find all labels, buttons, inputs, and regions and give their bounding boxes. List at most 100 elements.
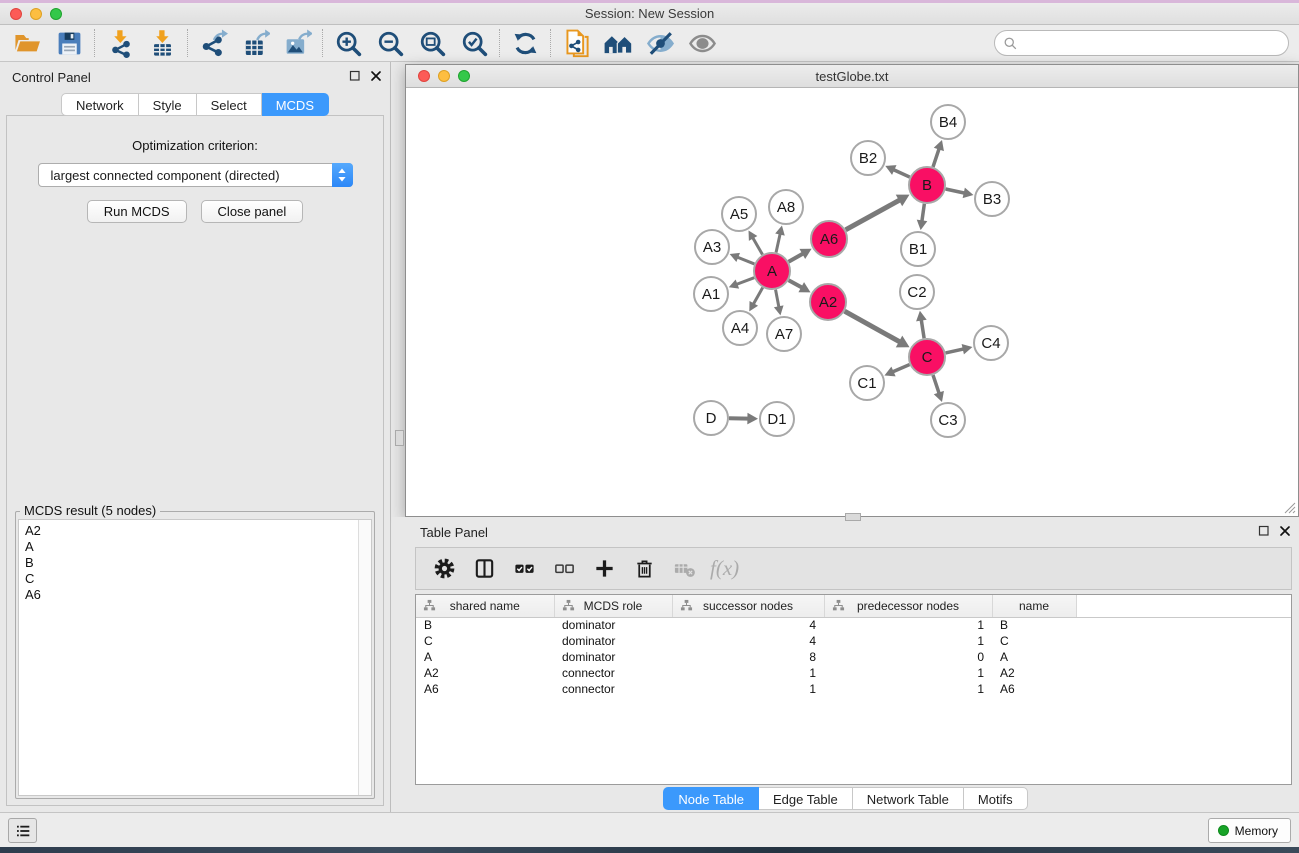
deselect-all-icon[interactable]	[546, 552, 582, 586]
mcds-result-item[interactable]: C	[25, 571, 371, 587]
column-header-MCDS-role[interactable]: MCDS role	[554, 595, 672, 617]
network-node-D1[interactable]: D1	[760, 402, 794, 436]
network-node-B1[interactable]: B1	[901, 232, 935, 266]
task-history-button[interactable]	[8, 818, 37, 843]
mcds-result-scrollbar[interactable]	[358, 520, 371, 795]
clone-network-icon[interactable]	[555, 26, 597, 60]
search-box[interactable]	[994, 30, 1289, 56]
table-settings-icon[interactable]	[426, 552, 462, 586]
network-node-B4[interactable]: B4	[931, 105, 965, 139]
network-node-A[interactable]: A	[754, 253, 790, 289]
network-edge-A6-B[interactable]	[846, 200, 900, 230]
network-edge-B-B1[interactable]	[922, 204, 924, 222]
network-node-C2[interactable]: C2	[900, 275, 934, 309]
network-edge-C-C2[interactable]	[921, 320, 924, 339]
float-panel-icon[interactable]	[1258, 525, 1270, 537]
close-panel-button[interactable]: Close panel	[201, 200, 304, 223]
refresh-icon[interactable]	[504, 26, 546, 60]
tab-node-table[interactable]: Node Table	[663, 787, 759, 810]
zoom-selected-icon[interactable]	[453, 26, 495, 60]
network-node-C3[interactable]: C3	[931, 403, 965, 437]
tab-network-table[interactable]: Network Table	[853, 787, 964, 810]
close-panel-icon[interactable]	[370, 70, 382, 82]
add-column-icon[interactable]	[586, 552, 622, 586]
network-edge-A-A4[interactable]	[753, 288, 762, 305]
network-node-A6[interactable]: A6	[811, 221, 847, 257]
table-row[interactable]: Bdominator41B	[416, 617, 1291, 633]
mcds-result-item[interactable]: B	[25, 555, 371, 571]
export-network-icon[interactable]	[192, 26, 234, 60]
network-node-A5[interactable]: A5	[722, 197, 756, 231]
network-node-A3[interactable]: A3	[695, 230, 729, 264]
network-canvas[interactable]: B4 B2 B B3 A8 A5 A6 A3 B1 A A1 C2 A2 A4 A7 C4 C C1 C3 D D1	[406, 88, 1298, 516]
resize-grip-icon[interactable]	[1284, 502, 1296, 514]
network-node-A8[interactable]: A8	[769, 190, 803, 224]
network-node-D[interactable]: D	[694, 401, 728, 435]
network-edge-C-C1[interactable]	[893, 365, 910, 372]
export-table-icon[interactable]	[234, 26, 276, 60]
network-edge-A-A7[interactable]	[776, 290, 779, 308]
network-node-B[interactable]: B	[909, 167, 945, 203]
network-edge-A-A3[interactable]	[737, 257, 754, 264]
tab-style[interactable]: Style	[139, 93, 197, 116]
select-all-icon[interactable]	[506, 552, 542, 586]
tab-network[interactable]: Network	[61, 93, 139, 116]
mcds-result-item[interactable]: A6	[25, 587, 371, 603]
search-input[interactable]	[1018, 33, 1288, 53]
table-header-row[interactable]: shared nameMCDS rolesuccessor nodesprede…	[416, 595, 1291, 617]
network-node-C4[interactable]: C4	[974, 326, 1008, 360]
mcds-result-item[interactable]: A2	[25, 523, 371, 539]
network-edge-A-A5[interactable]	[753, 238, 763, 255]
zoom-fit-icon[interactable]	[411, 26, 453, 60]
column-header-successor-nodes[interactable]: successor nodes	[672, 595, 824, 617]
network-edge-B-B3[interactable]	[946, 189, 965, 193]
tab-mcds[interactable]: MCDS	[262, 93, 329, 116]
splitter-handle-horizontal[interactable]	[845, 513, 861, 521]
tab-edge-table[interactable]: Edge Table	[759, 787, 853, 810]
run-mcds-button[interactable]: Run MCDS	[87, 200, 187, 223]
mcds-result-item[interactable]: A	[25, 539, 371, 555]
column-header-name[interactable]: name	[992, 595, 1076, 617]
memory-button[interactable]: Memory	[1208, 818, 1291, 843]
float-panel-icon[interactable]	[349, 70, 361, 82]
network-node-A2[interactable]: A2	[810, 284, 846, 320]
network-node-B2[interactable]: B2	[851, 141, 885, 175]
network-edge-A-A8[interactable]	[776, 234, 780, 253]
network-edge-C-C3[interactable]	[933, 375, 939, 394]
network-window-titlebar[interactable]: testGlobe.txt	[406, 65, 1298, 88]
mcds-result-list[interactable]: A2ABCA6	[18, 519, 372, 796]
zoom-in-icon[interactable]	[327, 26, 369, 60]
node-table[interactable]: shared nameMCDS rolesuccessor nodesprede…	[415, 594, 1292, 785]
column-header-shared-name[interactable]: shared name	[416, 595, 554, 617]
tab-select[interactable]: Select	[197, 93, 262, 116]
optimization-criterion-select[interactable]: largest connected component (directed)	[38, 163, 353, 187]
splitter-handle-vertical[interactable]	[395, 430, 404, 446]
zoom-out-icon[interactable]	[369, 26, 411, 60]
network-edge-A-A6[interactable]	[789, 253, 804, 261]
close-panel-icon[interactable]	[1279, 525, 1291, 537]
network-node-A4[interactable]: A4	[723, 311, 757, 345]
show-panels-icon[interactable]	[681, 26, 723, 60]
table-row[interactable]: A6connector11A6	[416, 681, 1291, 697]
network-node-A1[interactable]: A1	[694, 277, 728, 311]
export-image-icon[interactable]	[276, 26, 318, 60]
network-edge-A2-C[interactable]	[845, 311, 900, 342]
save-session-icon[interactable]	[48, 26, 90, 60]
delete-column-icon[interactable]	[626, 552, 662, 586]
show-columns-icon[interactable]	[466, 552, 502, 586]
network-node-A7[interactable]: A7	[767, 317, 801, 351]
network-edge-A-A1[interactable]	[736, 278, 754, 285]
import-network-icon[interactable]	[99, 26, 141, 60]
column-header-predecessor-nodes[interactable]: predecessor nodes	[824, 595, 992, 617]
hide-panels-icon[interactable]	[639, 26, 681, 60]
network-edge-B-B2[interactable]	[893, 170, 909, 177]
network-node-C[interactable]: C	[909, 339, 945, 375]
network-node-C1[interactable]: C1	[850, 366, 884, 400]
network-edge-C-C4[interactable]	[946, 349, 964, 353]
table-row[interactable]: Adominator80A	[416, 649, 1291, 665]
network-edge-B-B4[interactable]	[933, 148, 939, 167]
import-table-icon[interactable]	[141, 26, 183, 60]
home-icon[interactable]	[597, 26, 639, 60]
table-row[interactable]: Cdominator41C	[416, 633, 1291, 649]
network-node-B3[interactable]: B3	[975, 182, 1009, 216]
